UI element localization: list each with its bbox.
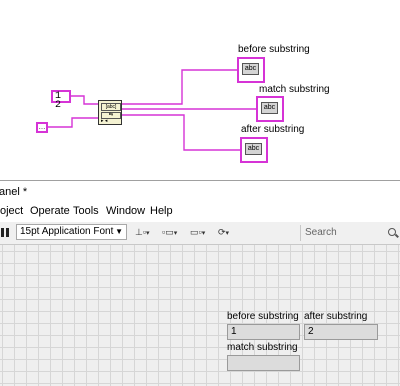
- front-panel-window: anel * oject Operate Tools Window Help 1…: [0, 180, 400, 386]
- toolbar-separator: [300, 225, 301, 241]
- fp-indicator-after-substring[interactable]: 2: [304, 324, 378, 340]
- fp-label-after-substring: after substring: [304, 311, 368, 322]
- reorder-button[interactable]: ⟳▾: [218, 225, 244, 240]
- menu-project[interactable]: oject: [0, 205, 23, 217]
- menu-operate[interactable]: Operate: [30, 205, 70, 217]
- chevron-down-icon: ▾: [201, 230, 206, 237]
- wire-before[interactable]: [122, 69, 238, 105]
- terminal-match-text: abc: [261, 102, 278, 114]
- function-icon-text: [abc]: [101, 103, 121, 111]
- reorder-icon: ⟳: [218, 227, 226, 237]
- chevron-down-icon: ▾: [173, 230, 178, 237]
- menu-bar: oject Operate Tools Window Help: [0, 202, 400, 222]
- chevron-down-icon: ▼: [115, 227, 123, 236]
- distribute-objects-icon: ▫▭: [162, 227, 174, 237]
- menu-window[interactable]: Window: [106, 205, 145, 217]
- function-icon-marks: ▸ ◂: [101, 118, 108, 124]
- title-bar: anel *: [0, 180, 400, 203]
- pause-icon[interactable]: [1, 228, 9, 237]
- wire-input-string[interactable]: [71, 95, 98, 105]
- label-after-substring: after substring: [241, 124, 305, 135]
- search-icon[interactable]: [388, 228, 396, 236]
- font-select-label: 15pt Application Font: [20, 226, 114, 237]
- fp-label-match-substring: match substring: [227, 342, 298, 353]
- distribute-objects-button[interactable]: ▫▭▾: [162, 225, 188, 240]
- label-before-substring: before substring: [238, 44, 310, 55]
- wire-after[interactable]: [122, 114, 240, 151]
- terminal-after-substring[interactable]: abc: [240, 137, 268, 163]
- terminal-before-text: abc: [242, 63, 259, 75]
- block-diagram: before substring abc match substring abc…: [0, 0, 400, 180]
- terminal-match-substring[interactable]: abc: [256, 96, 284, 122]
- font-select[interactable]: 15pt Application Font ▼: [16, 224, 127, 240]
- toolbar: 15pt Application Font ▼ ⊥▫▾ ▫▭▾ ▭▫▾ ⟳▾ S…: [0, 222, 400, 245]
- menu-help[interactable]: Help: [150, 205, 173, 217]
- wire-input-regex[interactable]: [48, 117, 98, 128]
- resize-objects-button[interactable]: ▭▫▾: [190, 225, 216, 240]
- chevron-down-icon: ▾: [225, 230, 230, 237]
- terminal-before-substring[interactable]: abc: [237, 57, 265, 83]
- front-panel-canvas[interactable]: before substring 1 after substring 2 mat…: [0, 245, 400, 386]
- fp-indicator-match-substring[interactable]: [227, 355, 300, 371]
- label-match-substring: match substring: [259, 84, 330, 95]
- regex-constant[interactable]: …: [36, 122, 48, 133]
- fp-label-before-substring: before substring: [227, 311, 299, 322]
- align-objects-icon: ⊥▫: [135, 227, 147, 237]
- chevron-down-icon: ▾: [146, 230, 150, 237]
- fp-indicator-before-substring[interactable]: 1: [227, 324, 300, 340]
- search-input[interactable]: Search: [305, 225, 400, 241]
- string-constant[interactable]: 1 2: [51, 90, 71, 111]
- menu-tools[interactable]: Tools: [73, 205, 99, 217]
- terminal-after-text: abc: [245, 143, 262, 155]
- align-objects-button[interactable]: ⊥▫▾: [135, 225, 161, 240]
- window-title: anel *: [0, 186, 28, 198]
- resize-objects-icon: ▭▫: [190, 227, 202, 237]
- match-pattern-function[interactable]: [abc] ⇆ ▸ ◂: [98, 100, 122, 125]
